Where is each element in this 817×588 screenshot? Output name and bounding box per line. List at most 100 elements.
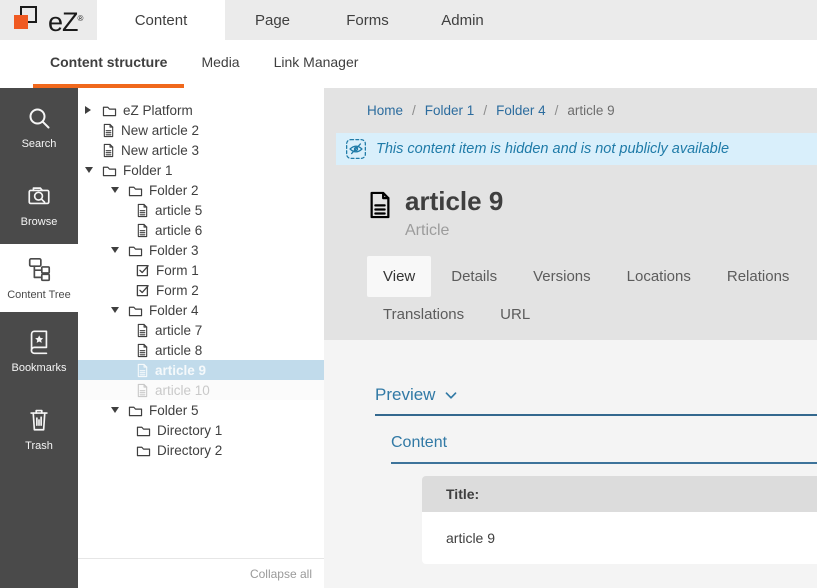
top-tab-page[interactable]: Page xyxy=(225,0,320,40)
breadcrumb-link-folder-1[interactable]: Folder 1 xyxy=(425,103,475,118)
subnav-tab-link-manager[interactable]: Link Manager xyxy=(257,40,376,88)
top-tab-content[interactable]: Content xyxy=(97,0,225,40)
sidebar-item-label: Content Tree xyxy=(7,289,71,301)
folder-icon xyxy=(128,244,143,257)
tree-item-article-6[interactable]: article 6 xyxy=(78,220,324,240)
trash-icon xyxy=(26,407,52,433)
content-tabs-row-1: ViewDetailsVersionsLocationsRelations xyxy=(367,256,817,297)
icon-sidebar: Search Browse Content Tree Bookmarks Trash xyxy=(0,88,78,588)
sidebar-item-bookmarks[interactable]: Bookmarks xyxy=(0,312,78,390)
sidebar-item-content-tree[interactable]: Content Tree xyxy=(0,244,78,312)
tree-item-folder-5[interactable]: Folder 5 xyxy=(78,400,324,420)
tree-item-folder-2[interactable]: Folder 2 xyxy=(78,180,324,200)
sidebar-item-browse[interactable]: Browse xyxy=(0,166,78,244)
content-tree: eZ Platform New article 2 New article 3 Fol… xyxy=(78,100,324,460)
field-card: Title: article 9 xyxy=(422,476,817,564)
tab-details[interactable]: Details xyxy=(435,256,513,297)
folder-icon xyxy=(128,304,143,317)
top-tab-forms[interactable]: Forms xyxy=(320,0,415,40)
tree-expander-expanded[interactable] xyxy=(110,307,128,313)
tree-expander-expanded[interactable] xyxy=(84,167,102,173)
tree-item-label: New article 2 xyxy=(121,123,199,138)
tree-item-label: Form 1 xyxy=(156,263,199,278)
tree-item-folder-4[interactable]: Folder 4 xyxy=(78,300,324,320)
article-icon xyxy=(136,363,149,378)
tree-item-label: article 8 xyxy=(155,343,202,358)
tab-relations[interactable]: Relations xyxy=(711,256,806,297)
preview-label: Preview xyxy=(375,385,435,405)
tree-expander-collapsed[interactable] xyxy=(84,106,102,114)
content-tree-panel: eZ Platform New article 2 New article 3 Fol… xyxy=(78,88,324,588)
tree-item-form-2[interactable]: Form 2 xyxy=(78,280,324,300)
tree-item-new-article-3[interactable]: New article 3 xyxy=(78,140,324,160)
ez-platform-admin-screen: eZ® ContentPageFormsAdmin Content struct… xyxy=(0,0,817,588)
tree-expander-expanded[interactable] xyxy=(110,247,128,253)
tree-item-label: article 5 xyxy=(155,203,202,218)
tree-item-new-article-2[interactable]: New article 2 xyxy=(78,120,324,140)
tree-item-form-1[interactable]: Form 1 xyxy=(78,260,324,280)
content-tree-icon xyxy=(26,256,52,282)
tab-translations[interactable]: Translations xyxy=(367,297,480,334)
tree-item-label: article 6 xyxy=(155,223,202,238)
ez-logo-icon xyxy=(13,3,44,37)
tree-item-label: Folder 3 xyxy=(149,243,199,258)
tab-url[interactable]: URL xyxy=(484,297,546,334)
tree-item-label: Folder 4 xyxy=(149,303,199,318)
content-header: Home/Folder 1/Folder 4/article 9 This co… xyxy=(324,88,817,340)
tree-expander-expanded[interactable] xyxy=(110,407,128,413)
tree-item-article-7[interactable]: article 7 xyxy=(78,320,324,340)
sidebar-item-label: Search xyxy=(22,138,57,150)
breadcrumb-link-home[interactable]: Home xyxy=(367,103,403,118)
tree-item-label: article 9 xyxy=(155,363,206,378)
tree-item-ez-platform[interactable]: eZ Platform xyxy=(78,100,324,120)
content-section: Content Title: article 9 xyxy=(391,434,817,564)
article-icon xyxy=(102,123,115,138)
tree-item-directory-1[interactable]: Directory 1 xyxy=(78,420,324,440)
breadcrumb-link-folder-4[interactable]: Folder 4 xyxy=(496,103,546,118)
tree-item-article-5[interactable]: article 5 xyxy=(78,200,324,220)
folder-icon xyxy=(102,164,117,177)
content-type-label: Article xyxy=(405,222,503,240)
content-tabs-row-2: TranslationsURL xyxy=(367,297,817,334)
chevron-down-icon xyxy=(445,392,457,400)
sidebar-item-search[interactable]: Search xyxy=(0,88,78,166)
collapse-all-button[interactable]: Collapse all xyxy=(250,567,312,581)
article-icon xyxy=(136,343,149,358)
tree-item-article-8[interactable]: article 8 xyxy=(78,340,324,360)
tree-item-directory-2[interactable]: Directory 2 xyxy=(78,440,324,460)
tab-versions[interactable]: Versions xyxy=(517,256,607,297)
preview-section-header[interactable]: Preview xyxy=(375,385,817,416)
article-icon xyxy=(136,323,149,338)
tree-item-label: Folder 1 xyxy=(123,163,173,178)
tree-expander-expanded[interactable] xyxy=(110,187,128,193)
tree-item-folder-3[interactable]: Folder 3 xyxy=(78,240,324,260)
sidebar-item-label: Trash xyxy=(25,440,53,452)
field-label: Title: xyxy=(422,476,817,512)
content-section-header: Content xyxy=(391,434,817,464)
article-icon xyxy=(102,143,115,158)
top-tab-admin[interactable]: Admin xyxy=(415,0,510,40)
hidden-eye-icon xyxy=(345,138,367,160)
sidebar-item-label: Bookmarks xyxy=(11,362,66,374)
tree-item-article-9[interactable]: article 9 xyxy=(78,360,324,380)
tree-item-label: Form 2 xyxy=(156,283,199,298)
subnav-tab-content-structure[interactable]: Content structure xyxy=(33,40,184,88)
tree-item-label: Directory 2 xyxy=(157,443,222,458)
tree-item-folder-1[interactable]: Folder 1 xyxy=(78,160,324,180)
search-icon xyxy=(26,105,52,131)
sidebar-item-trash[interactable]: Trash xyxy=(0,390,78,468)
ez-logo: eZ® xyxy=(0,0,97,40)
form-icon xyxy=(136,263,150,277)
notice-text: This content item is hidden and is not p… xyxy=(376,141,729,157)
top-bar: eZ® ContentPageFormsAdmin xyxy=(0,0,817,40)
bookmarks-icon xyxy=(26,329,52,355)
tab-locations[interactable]: Locations xyxy=(611,256,707,297)
article-icon xyxy=(136,203,149,218)
tree-item-label: Folder 2 xyxy=(149,183,199,198)
tab-view[interactable]: View xyxy=(367,256,431,297)
breadcrumb: Home/Folder 1/Folder 4/article 9 xyxy=(324,88,817,133)
top-nav-tabs: ContentPageFormsAdmin xyxy=(97,0,510,40)
tree-item-article-10[interactable]: article 10 xyxy=(78,380,324,400)
article-icon xyxy=(136,223,149,238)
subnav-tab-media[interactable]: Media xyxy=(184,40,256,88)
